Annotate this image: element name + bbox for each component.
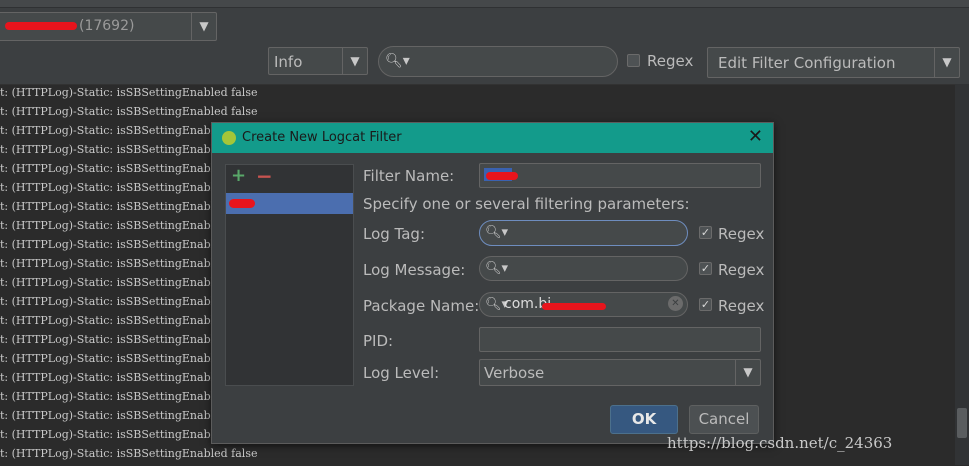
process-label: (17692) [5, 18, 134, 34]
filter-configuration-select[interactable]: Edit Filter Configuration ▼ [707, 47, 960, 78]
chevron-down-icon[interactable]: ▼ [934, 48, 959, 77]
close-icon[interactable]: ✕ [748, 126, 763, 147]
filter-list: + − [225, 164, 354, 386]
process-select[interactable]: (17692) ▼ [0, 12, 217, 41]
redaction-mark [486, 172, 518, 180]
redaction-mark [5, 22, 77, 30]
search-icon[interactable]: 🔍︎▾ [485, 225, 508, 240]
search-icon[interactable]: 🔍︎▾ [485, 261, 508, 276]
package-name-field[interactable]: 🔍︎▾ com.bi ✕ [479, 292, 688, 317]
clear-icon[interactable]: ✕ [668, 296, 683, 311]
pid-label: PID: [363, 332, 394, 350]
log-message-regex-label: Regex [718, 261, 765, 279]
log-message-regex-checkbox[interactable]: ✓ [699, 262, 712, 275]
create-logcat-filter-dialog: Create New Logcat Filter ✕ + − Filter Na… [211, 122, 774, 444]
regex-label: Regex [647, 52, 694, 70]
log-line: t: (HTTPLog)-Static: isSBSettingEnabled … [0, 86, 258, 99]
log-tag-regex-checkbox[interactable]: ✓ [699, 226, 712, 239]
log-tag-label: Log Tag: [363, 225, 426, 243]
chevron-down-icon[interactable]: ▼ [191, 13, 216, 40]
remove-filter-button[interactable]: − [256, 164, 273, 188]
redaction-mark [542, 303, 606, 310]
log-level-label: Log Level: [363, 364, 440, 382]
log-level-dropdown[interactable]: Verbose ▼ [479, 359, 761, 386]
filter-name-field[interactable] [479, 163, 761, 188]
process-pid: (17692) [79, 18, 135, 34]
log-tag-regex-label: Regex [718, 225, 765, 243]
watermark-url: https://blog.csdn.net/c_24363 [667, 434, 893, 452]
log-tag-field[interactable]: 🔍︎▾ [479, 220, 688, 246]
cancel-button[interactable]: Cancel [689, 405, 759, 434]
toolbar-top-strip [0, 0, 969, 8]
add-filter-button[interactable]: + [231, 165, 246, 186]
log-level-selected: Verbose [484, 364, 545, 382]
instructions-text: Specify one or several filtering paramet… [363, 195, 690, 213]
android-studio-icon [222, 131, 236, 145]
log-message-label: Log Message: [363, 261, 466, 279]
scrollbar-thumb[interactable] [957, 408, 967, 438]
chevron-down-icon[interactable]: ▼ [342, 48, 367, 74]
log-level-select[interactable]: Info ▼ [268, 47, 368, 75]
filter-name-label: Filter Name: [363, 167, 455, 185]
log-message-field[interactable]: 🔍︎▾ [479, 256, 688, 281]
package-name-regex-checkbox[interactable]: ✓ [699, 298, 712, 311]
pid-field[interactable] [479, 327, 761, 352]
dialog-title: Create New Logcat Filter [242, 130, 402, 145]
logcat-toolbar: (17692) ▼ Info ▼ 🔍︎▾ Regex Edit Filter C… [0, 0, 969, 84]
regex-checkbox[interactable] [627, 54, 640, 67]
filter-configuration-value: Edit Filter Configuration [718, 54, 896, 72]
chevron-down-icon[interactable]: ▼ [735, 360, 760, 385]
search-input[interactable]: 🔍︎▾ [378, 46, 618, 77]
filter-list-item[interactable] [226, 193, 353, 214]
package-name-regex-label: Regex [718, 297, 765, 315]
log-line: t: (HTTPLog)-Static: isSBSettingEnabled … [0, 447, 258, 460]
redaction-mark [229, 199, 255, 208]
dialog-title-bar[interactable]: Create New Logcat Filter ✕ [212, 123, 773, 153]
log-level-value: Info [274, 53, 303, 71]
ok-button[interactable]: OK [610, 405, 678, 434]
search-icon[interactable]: 🔍︎▾ [385, 53, 410, 69]
package-name-label: Package Name: [363, 297, 480, 315]
